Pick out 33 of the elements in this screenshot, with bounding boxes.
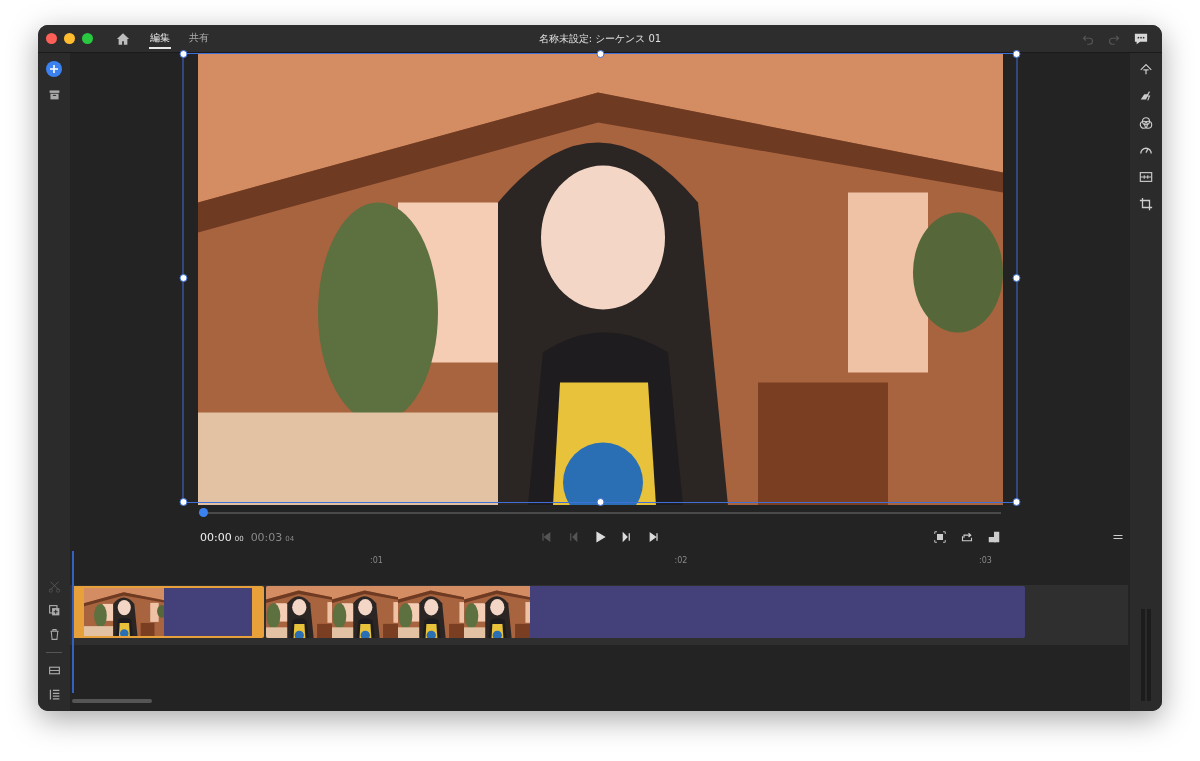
- archive-icon[interactable]: [47, 88, 61, 101]
- ruler-label: :01: [370, 555, 383, 565]
- scrollbar[interactable]: [72, 699, 152, 703]
- ruler-label: :03: [979, 555, 992, 565]
- list-icon[interactable]: [47, 688, 61, 701]
- comment-icon[interactable]: [1134, 31, 1148, 46]
- duplicate-icon[interactable]: [47, 604, 61, 617]
- audio-icon[interactable]: [1139, 170, 1153, 184]
- add-button[interactable]: [46, 61, 62, 77]
- home-icon[interactable]: [116, 31, 130, 46]
- current-time: 00:00: [200, 530, 232, 544]
- ruler-label: :02: [674, 555, 688, 565]
- tab[interactable]: 編集: [149, 28, 171, 49]
- tab[interactable]: 共有: [188, 28, 210, 49]
- scrub-thumb[interactable]: [199, 508, 208, 517]
- scrub-track[interactable]: [199, 508, 1001, 517]
- trash-icon[interactable]: [47, 628, 61, 641]
- step-icon[interactable]: [621, 531, 633, 543]
- skip-icon[interactable]: [648, 531, 660, 543]
- fit-icon[interactable]: [934, 531, 946, 543]
- track-icon[interactable]: [47, 664, 61, 677]
- aspect-icon[interactable]: [988, 531, 1000, 543]
- window-title: 名称未設定: シーケンス 01: [538, 31, 662, 46]
- minimize-button[interactable]: [64, 33, 75, 44]
- zoom-button[interactable]: [82, 33, 93, 44]
- video-clip[interactable]: [72, 586, 264, 638]
- loop-icon[interactable]: [961, 531, 973, 543]
- duration-time: 00:03: [250, 530, 283, 544]
- close-button[interactable]: [46, 33, 57, 44]
- color-icon[interactable]: [1139, 116, 1153, 130]
- play-icon[interactable]: [594, 531, 606, 543]
- video-clip[interactable]: [266, 586, 1025, 638]
- crop-icon[interactable]: [1139, 197, 1153, 211]
